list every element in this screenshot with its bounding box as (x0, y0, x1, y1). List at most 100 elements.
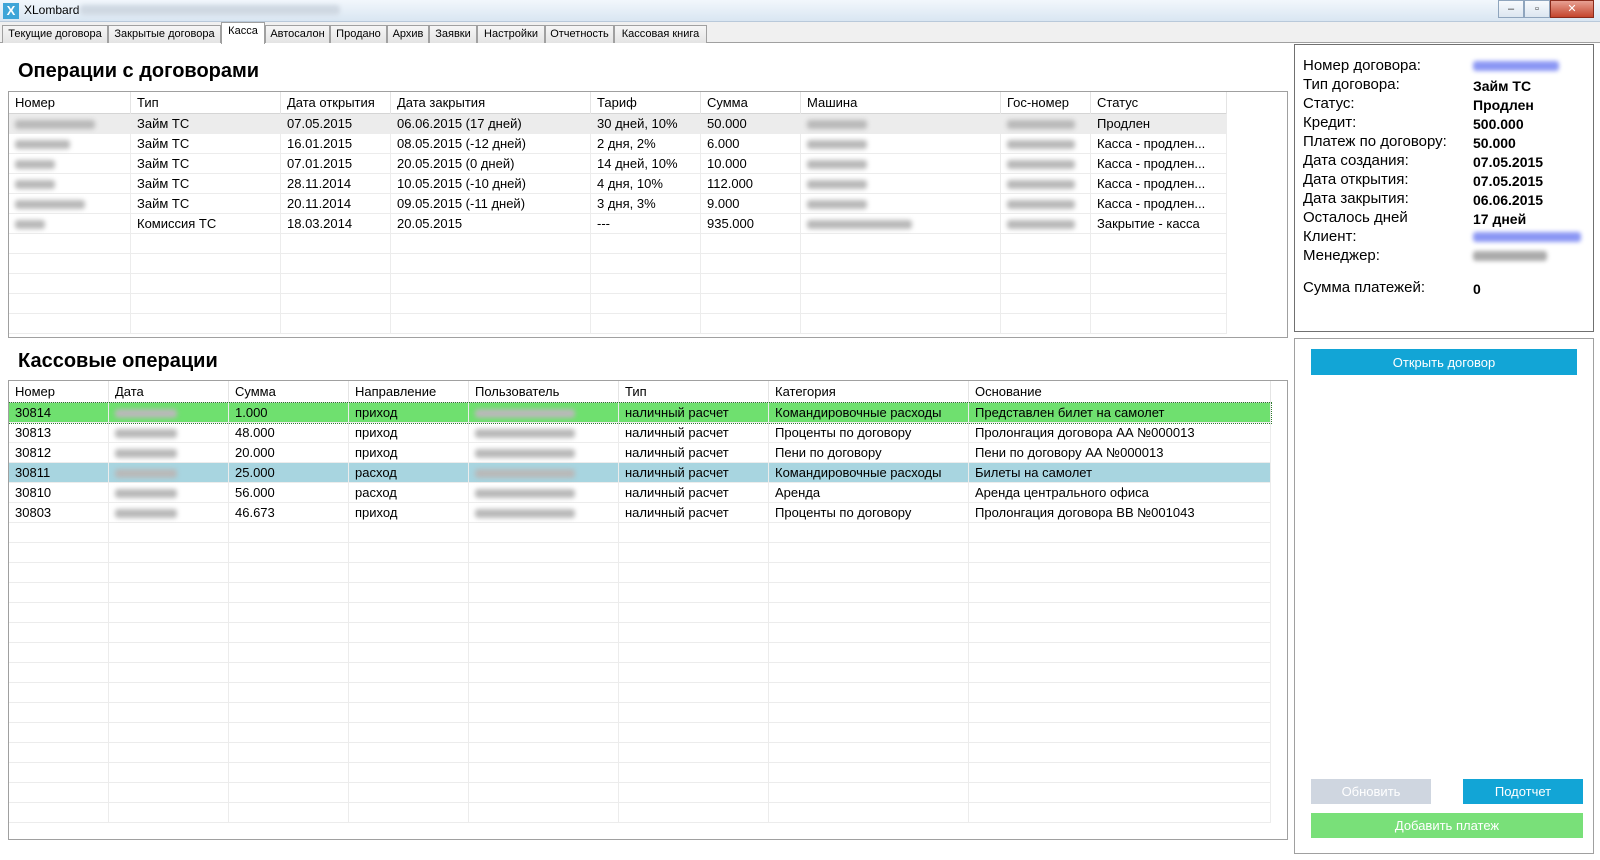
tab-settings[interactable]: Настройки (477, 25, 545, 43)
cell-close-date: 10.05.2015 (-10 дней) (391, 174, 591, 194)
window-subtitle-redacted (80, 5, 340, 15)
minimize-button[interactable]: – (1498, 0, 1524, 18)
col-sum[interactable]: Сумма (701, 92, 801, 114)
label-manager: Менеджер: (1303, 247, 1380, 264)
tab-autosalon[interactable]: Автосалон (265, 25, 330, 43)
add-payment-button[interactable]: Добавить платеж (1311, 813, 1583, 838)
cell-type: Займ ТС (131, 134, 281, 154)
col-tariff[interactable]: Тариф (591, 92, 701, 114)
cell-basis: Представлен билет на самолет (969, 403, 1271, 423)
cell-open-date: 28.11.2014 (281, 174, 391, 194)
cell-close-date: 20.05.2015 (0 дней) (391, 154, 591, 174)
cell-open-date: 20.11.2014 (281, 194, 391, 214)
table-row[interactable]: Займ ТС 28.11.2014 10.05.2015 (-10 дней)… (9, 174, 1227, 194)
table-row[interactable]: Займ ТС 20.11.2014 09.05.2015 (-11 дней)… (9, 194, 1227, 214)
cell-number: 30803 (9, 503, 109, 523)
tab-reports[interactable]: Отчетность (545, 25, 614, 43)
cell-category: Пени по договору (769, 443, 969, 463)
empty-row (9, 563, 1271, 583)
col-sum[interactable]: Сумма (229, 381, 349, 403)
contracts-grid[interactable]: Номер Тип Дата открытия Дата закрытия Та… (8, 91, 1288, 338)
empty-row (9, 623, 1271, 643)
tab-cash[interactable]: Касса (221, 22, 265, 44)
app-logo-icon: X (3, 3, 19, 19)
empty-row (9, 254, 1227, 274)
tab-requests[interactable]: Заявки (429, 25, 477, 43)
col-basis[interactable]: Основание (969, 381, 1271, 403)
empty-row (9, 803, 1271, 823)
cell-type: Займ ТС (131, 114, 281, 134)
cell-type: наличный расчет (619, 403, 769, 423)
cell-number-redacted (9, 154, 131, 174)
refresh-button[interactable]: Обновить (1311, 779, 1431, 804)
value-payments-sum: 0 (1473, 281, 1481, 297)
cell-direction: расход (349, 483, 469, 503)
tab-current-contracts[interactable]: Текущие договора (2, 25, 108, 43)
actions-panel: Открыть договор Обновить Подотчет Добави… (1294, 338, 1594, 854)
cell-sum: 50.000 (701, 114, 801, 134)
cell-type: наличный расчет (619, 483, 769, 503)
cell-status: Закрытие - касса (1091, 214, 1227, 234)
col-category[interactable]: Категория (769, 381, 969, 403)
cell-close-date: 06.06.2015 (17 дней) (391, 114, 591, 134)
value-days-left: 17 дней (1473, 211, 1527, 227)
cell-type: Комиссия ТС (131, 214, 281, 234)
table-row[interactable]: Займ ТС 07.01.2015 20.05.2015 (0 дней) 1… (9, 154, 1227, 174)
tab-closed-contracts[interactable]: Закрытые договора (108, 25, 221, 43)
tab-sold[interactable]: Продано (330, 25, 387, 43)
table-row[interactable]: Займ ТС 16.01.2015 08.05.2015 (-12 дней)… (9, 134, 1227, 154)
cell-plate-redacted (1001, 114, 1091, 134)
contracts-grid-header: Номер Тип Дата открытия Дата закрытия Та… (9, 92, 1227, 114)
col-close-date[interactable]: Дата закрытия (391, 92, 591, 114)
col-date[interactable]: Дата (109, 381, 229, 403)
cash-section-title: Кассовые операции (18, 350, 218, 372)
col-car[interactable]: Машина (801, 92, 1001, 114)
value-created: 07.05.2015 (1473, 154, 1544, 170)
value-credit: 500.000 (1473, 116, 1524, 132)
col-type[interactable]: Тип (619, 381, 769, 403)
col-plate[interactable]: Гос-номер (1001, 92, 1091, 114)
cell-number-redacted (9, 214, 131, 234)
empty-row (9, 314, 1227, 334)
cell-type: Займ ТС (131, 194, 281, 214)
value-contract-number-link[interactable] (1473, 61, 1559, 71)
tab-cash-book[interactable]: Кассовая книга (614, 25, 707, 43)
cell-user-redacted (469, 443, 619, 463)
value-client-link[interactable] (1473, 232, 1581, 242)
col-user[interactable]: Пользователь (469, 381, 619, 403)
table-row[interactable]: 30810 56.000 расход наличный расчет Арен… (9, 483, 1271, 503)
cell-close-date: 20.05.2015 (391, 214, 591, 234)
cell-sum: 10.000 (701, 154, 801, 174)
open-contract-button[interactable]: Открыть договор (1311, 349, 1577, 375)
empty-row (9, 743, 1271, 763)
cell-user-redacted (469, 423, 619, 443)
close-button[interactable]: ✕ (1550, 0, 1594, 18)
col-direction[interactable]: Направление (349, 381, 469, 403)
cell-date-redacted (109, 443, 229, 463)
table-row[interactable]: 30812 20.000 приход наличный расчет Пени… (9, 443, 1271, 463)
label-credit: Кредит: (1303, 114, 1357, 131)
cash-grid[interactable]: Номер Дата Сумма Направление Пользовател… (8, 380, 1288, 840)
cell-status: Продлен (1091, 114, 1227, 134)
table-row[interactable]: Комиссия ТС 18.03.2014 20.05.2015 --- 93… (9, 214, 1227, 234)
col-number[interactable]: Номер (9, 92, 131, 114)
col-type[interactable]: Тип (131, 92, 281, 114)
maximize-button[interactable]: ▫ (1524, 0, 1550, 18)
col-number[interactable]: Номер (9, 381, 109, 403)
cell-basis: Пени по договору АА №000013 (969, 443, 1271, 463)
col-open-date[interactable]: Дата открытия (281, 92, 391, 114)
cell-type: наличный расчет (619, 423, 769, 443)
table-row[interactable]: 30803 46.673 приход наличный расчет Проц… (9, 503, 1271, 523)
table-row[interactable]: 30813 48.000 приход наличный расчет Проц… (9, 423, 1271, 443)
label-days-left: Осталось дней (1303, 209, 1408, 226)
col-status[interactable]: Статус (1091, 92, 1227, 114)
cell-car-redacted (801, 194, 1001, 214)
tab-archive[interactable]: Архив (387, 25, 429, 43)
subreport-button[interactable]: Подотчет (1463, 779, 1583, 804)
table-row[interactable]: Займ ТС 07.05.2015 06.06.2015 (17 дней) … (9, 114, 1227, 134)
cell-basis: Пролонгация договора ВВ №001043 (969, 503, 1271, 523)
table-row[interactable]: 30814 1.000 приход наличный расчет Коман… (9, 402, 1272, 424)
value-opened: 07.05.2015 (1473, 173, 1544, 189)
cell-category: Командировочные расходы (769, 403, 969, 423)
table-row[interactable]: 30811 25.000 расход наличный расчет Кома… (9, 463, 1271, 483)
